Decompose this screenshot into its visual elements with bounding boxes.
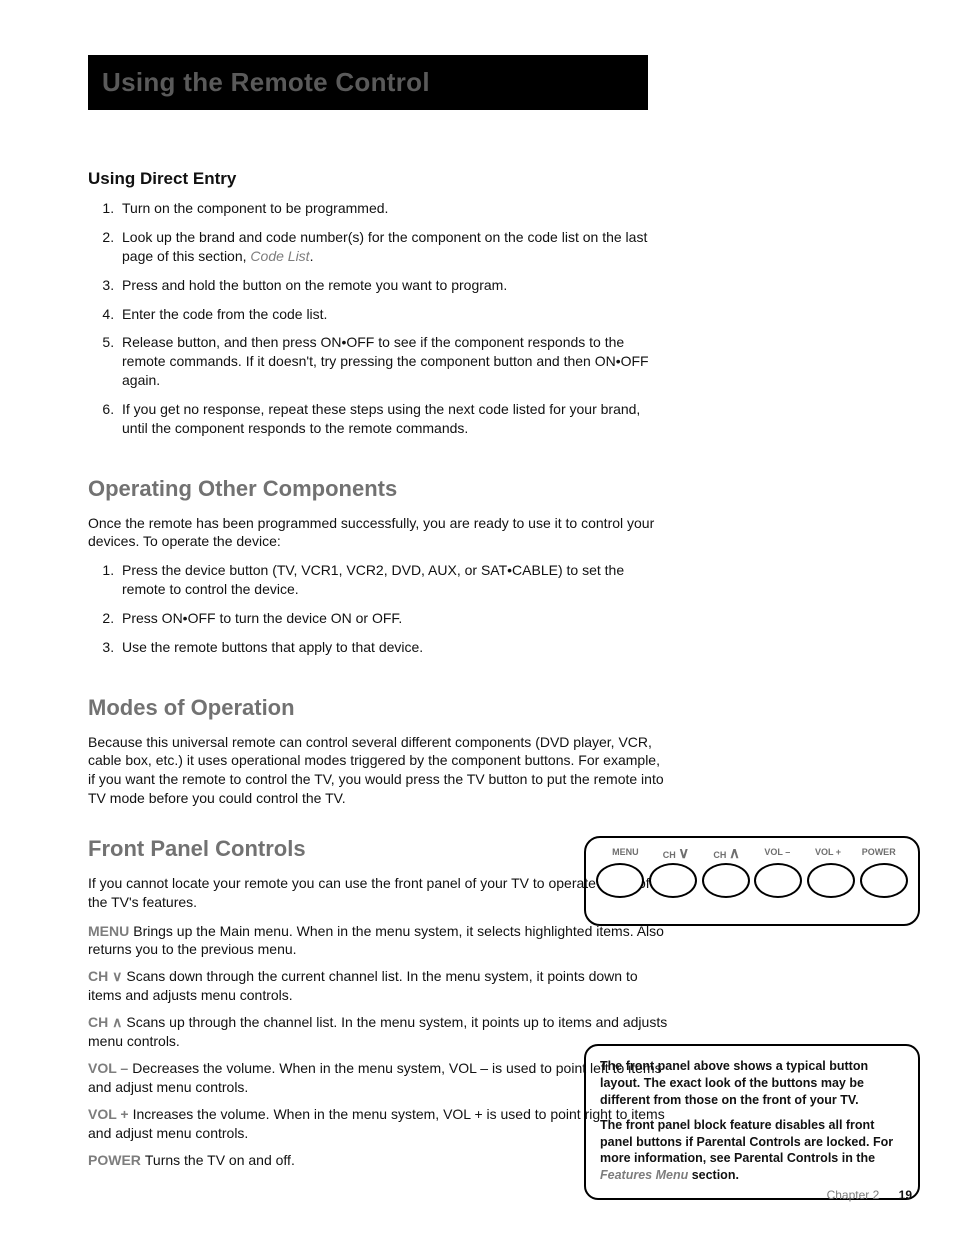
side-note-box: The front panel above shows a typical bu… (584, 1044, 920, 1200)
list-item: Use the remote buttons that apply to tha… (118, 638, 668, 667)
diagram-labels: MENU CH ∨ CH ∧ VOL – VOL + POWER (596, 846, 908, 861)
list-item: Press ON•OFF to turn the device ON or OF… (118, 609, 668, 638)
chevron-down-icon: ∨ (678, 846, 689, 861)
diagram-button-icon (754, 863, 802, 898)
heading-operating: Operating Other Components (88, 474, 668, 504)
list-item: Press the device button (TV, VCR1, VCR2,… (118, 561, 668, 609)
term-label: MENU (88, 923, 129, 939)
diagram-label: CH ∨ (651, 846, 702, 861)
modes-para: Because this universal remote can contro… (88, 733, 668, 809)
term-label: CH ∧ (88, 1014, 122, 1030)
heading-modes: Modes of Operation (88, 693, 668, 723)
list-item: Press and hold the button on the remote … (118, 276, 668, 305)
term-desc: Increases the volume. When in the menu s… (88, 1106, 665, 1141)
diagram-label: VOL – (752, 846, 803, 861)
term-desc: Turns the TV on and off. (145, 1152, 295, 1168)
diagram-label: CH ∧ (701, 846, 752, 861)
term-label: VOL – (88, 1060, 128, 1076)
term-ch-down: CH ∨Scans down through the current chann… (88, 967, 668, 1005)
term-vol-down: VOL –Decreases the volume. When in the m… (88, 1059, 668, 1097)
term-menu: MENUBrings up the Main menu. When in the… (88, 922, 668, 960)
operating-intro: Once the remote has been programmed succ… (88, 514, 668, 552)
operating-list: Press the device button (TV, VCR1, VCR2,… (88, 561, 668, 667)
codelist-italic: Code List (250, 248, 309, 264)
list-item: Release button, and then press ON•OFF to… (118, 333, 668, 400)
list-item: If you get no response, repeat these ste… (118, 400, 668, 448)
page-footer: Chapter 2 19 (827, 1187, 912, 1203)
footer-chapter: Chapter 2 (827, 1188, 880, 1202)
term-desc: Brings up the Main menu. When in the men… (88, 923, 664, 958)
chevron-up-icon: ∧ (729, 846, 740, 861)
term-vol-up: VOL +Increases the volume. When in the m… (88, 1105, 668, 1143)
diagram-button-icon (649, 863, 697, 898)
diagram-button-icon (596, 863, 644, 898)
page: Using the Remote Control Using Direct En… (0, 0, 954, 1235)
list-item: Enter the code from the code list. (118, 305, 668, 334)
heading-direct-entry: Using Direct Entry (88, 168, 668, 191)
term-label: VOL + (88, 1106, 129, 1122)
diagram-button-row (596, 863, 908, 898)
header-title: Using the Remote Control (102, 65, 634, 100)
term-ch-up: CH ∧Scans up through the channel list. I… (88, 1013, 668, 1051)
list-item: Look up the brand and code number(s) for… (118, 228, 668, 276)
features-menu-italic: Features Menu (600, 1168, 688, 1182)
diagram-button-icon (702, 863, 750, 898)
side-note-p1: The front panel above shows a typical bu… (600, 1058, 904, 1109)
term-desc: Scans down through the current channel l… (88, 968, 638, 1003)
term-power: POWERTurns the TV on and off. (88, 1151, 668, 1170)
direct-entry-list: Turn on the component to be programmed. … (88, 199, 668, 448)
content-column: Using Direct Entry Turn on the component… (88, 168, 668, 1169)
list-item: Turn on the component to be programmed. (118, 199, 668, 228)
side-note-p2: The front panel block feature disables a… (600, 1117, 904, 1185)
header-bar: Using the Remote Control (88, 55, 648, 110)
diagram-button-icon (860, 863, 908, 898)
front-panel-diagram: MENU CH ∨ CH ∧ VOL – VOL + POWER (584, 836, 920, 926)
footer-page-number: 19 (899, 1188, 912, 1202)
heading-frontpanel: Front Panel Controls (88, 834, 668, 864)
diagram-label: VOL + (803, 846, 854, 861)
term-label: CH ∨ (88, 968, 122, 984)
term-desc: Scans up through the channel list. In th… (88, 1014, 667, 1049)
frontpanel-intro: If you cannot locate your remote you can… (88, 874, 668, 912)
diagram-label: POWER (853, 846, 904, 861)
diagram-label: MENU (600, 846, 651, 861)
diagram-button-icon (807, 863, 855, 898)
term-desc: Decreases the volume. When in the menu s… (88, 1060, 662, 1095)
term-label: POWER (88, 1152, 141, 1168)
